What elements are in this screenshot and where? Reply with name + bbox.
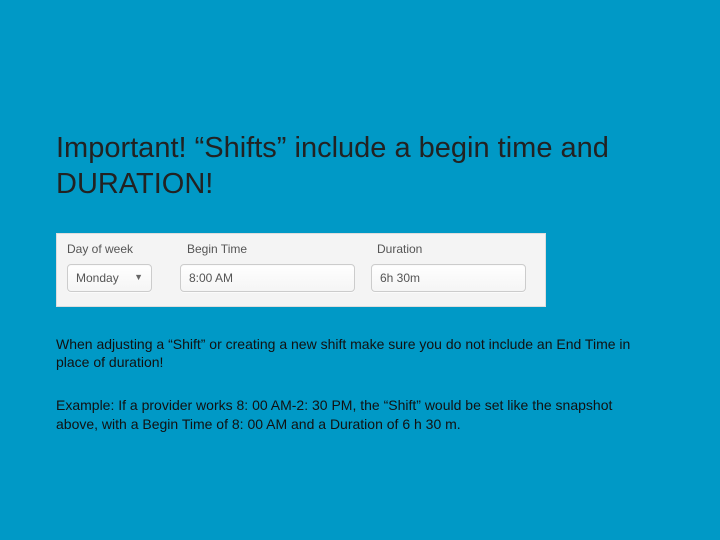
begin-time-input[interactable]: 8:00 AM	[180, 264, 355, 292]
chevron-down-icon: ▼	[134, 273, 143, 282]
day-of-week-select[interactable]: Monday ▼	[67, 264, 152, 292]
duration-value: 6h 30m	[380, 271, 420, 285]
slide-title: Important! “Shifts” include a begin time…	[56, 130, 664, 203]
duration-input[interactable]: 6h 30m	[371, 264, 526, 292]
header-begin-time: Begin Time	[187, 242, 377, 256]
day-of-week-value: Monday	[76, 271, 119, 285]
slide-content: Important! “Shifts” include a begin time…	[0, 0, 720, 434]
paragraph-example: Example: If a provider works 8: 00 AM-2:…	[56, 396, 636, 434]
begin-time-value: 8:00 AM	[189, 271, 233, 285]
shift-form-screenshot: Day of week Begin Time Duration Monday ▼…	[56, 233, 546, 307]
form-header-row: Day of week Begin Time Duration	[67, 242, 535, 256]
header-day-of-week: Day of week	[67, 242, 187, 256]
form-input-row: Monday ▼ 8:00 AM 6h 30m	[67, 264, 535, 292]
paragraph-warning: When adjusting a “Shift” or creating a n…	[56, 335, 636, 373]
header-duration: Duration	[377, 242, 535, 256]
